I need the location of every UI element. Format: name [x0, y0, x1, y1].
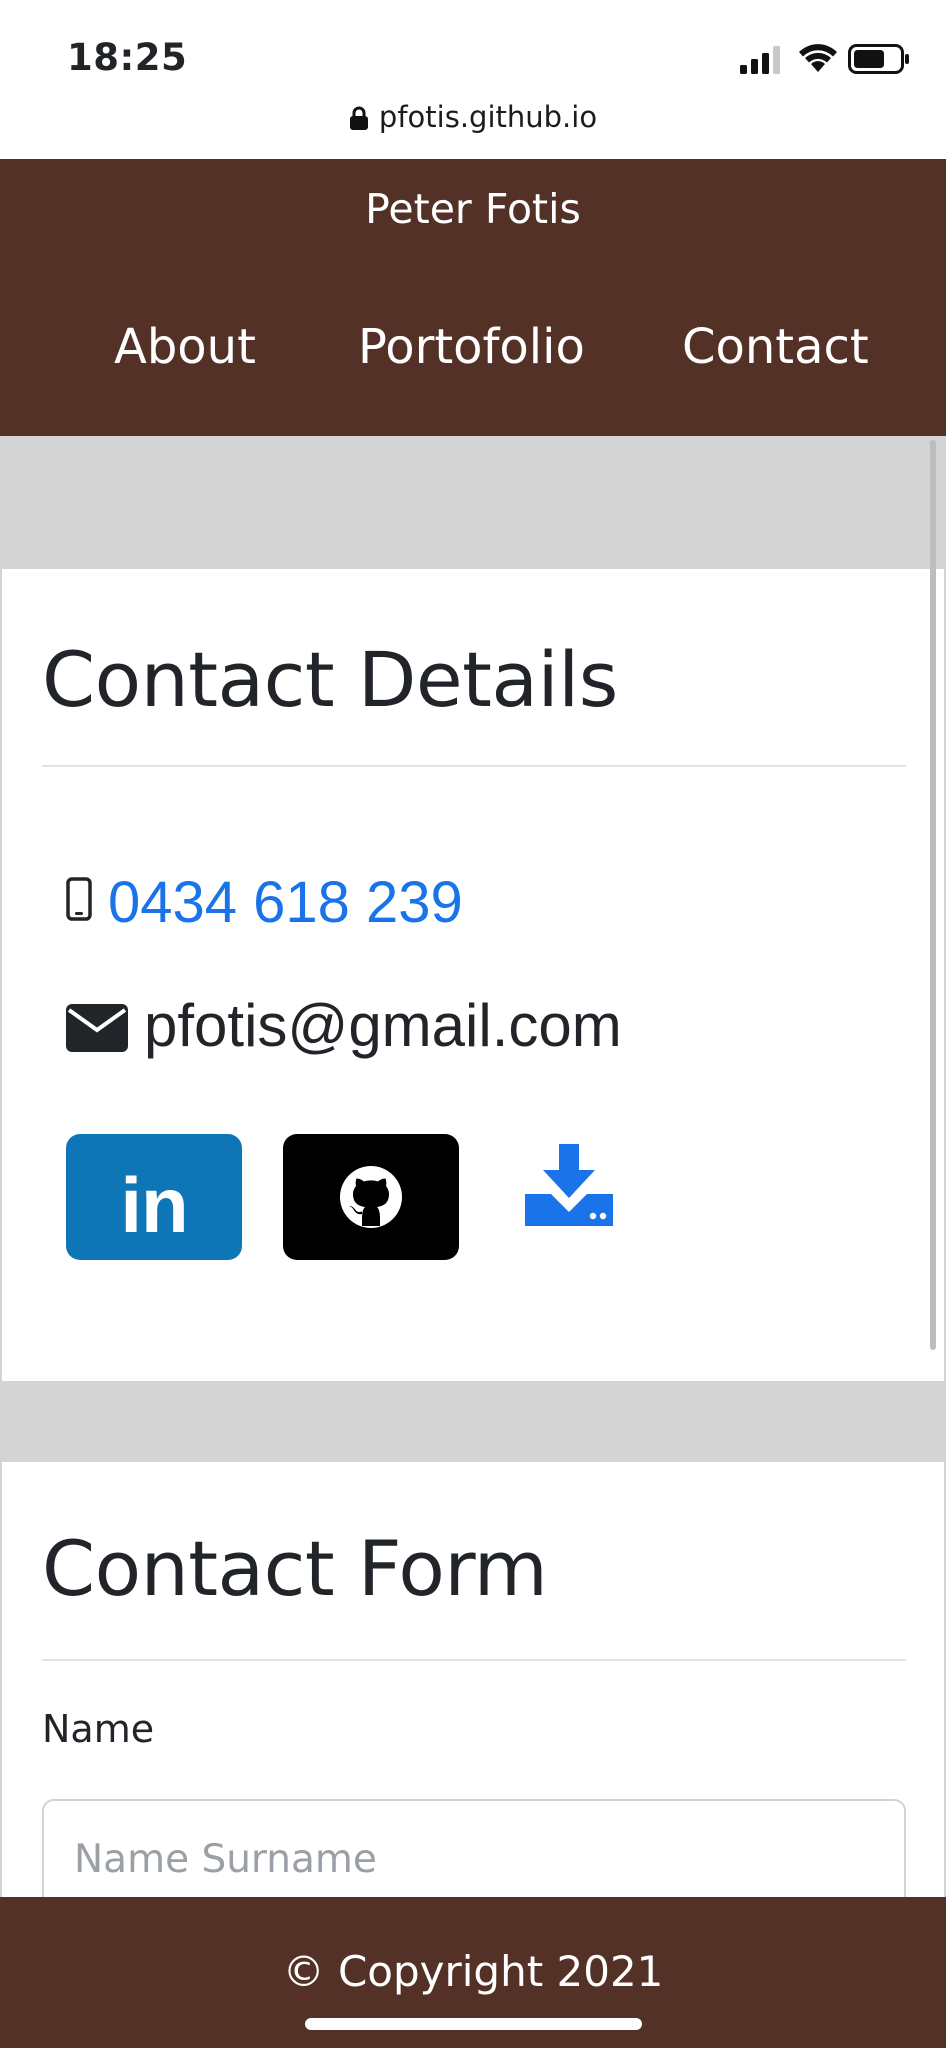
mobile-phone-icon: [66, 877, 92, 921]
envelope-icon: [66, 1004, 128, 1052]
nav-link-portfolio[interactable]: Portofolio: [358, 319, 585, 375]
contact-details-title: Contact Details: [42, 635, 618, 724]
phone-link[interactable]: 0434 618 239: [108, 869, 463, 936]
linkedin-button[interactable]: in: [66, 1134, 242, 1260]
github-icon: [340, 1166, 402, 1228]
divider: [42, 1659, 906, 1661]
wifi-icon: [799, 44, 837, 72]
battery-icon: [848, 44, 909, 74]
email-text: pfotis@gmail.com: [144, 992, 622, 1059]
site-title[interactable]: Peter Fotis: [0, 185, 946, 233]
copyright-text: © Copyright 2021: [282, 1947, 664, 1996]
contact-details-card: Contact Details 0434 618 239 pfotis@gmai…: [2, 569, 944, 1381]
status-time: 18:25: [67, 36, 188, 79]
nav-link-contact[interactable]: Contact: [682, 319, 869, 375]
contact-form-title: Contact Form: [42, 1524, 548, 1613]
address-bar[interactable]: pfotis.github.io: [0, 100, 946, 134]
site-header: Peter Fotis About Portofolio Contact: [0, 159, 946, 436]
scrollbar[interactable]: [930, 440, 936, 1350]
status-bar: 18:25 pfotis.github.io: [0, 0, 946, 159]
divider: [42, 765, 906, 767]
address-bar-url: pfotis.github.io: [378, 100, 598, 134]
github-button[interactable]: [283, 1134, 459, 1260]
name-label: Name: [42, 1707, 155, 1751]
nav-link-about[interactable]: About: [114, 319, 256, 375]
linkedin-icon: in: [120, 1161, 188, 1249]
home-indicator[interactable]: [305, 2018, 642, 2030]
lock-icon: [349, 106, 368, 130]
download-icon[interactable]: [525, 1144, 613, 1226]
cellular-signal-icon: [740, 46, 780, 74]
